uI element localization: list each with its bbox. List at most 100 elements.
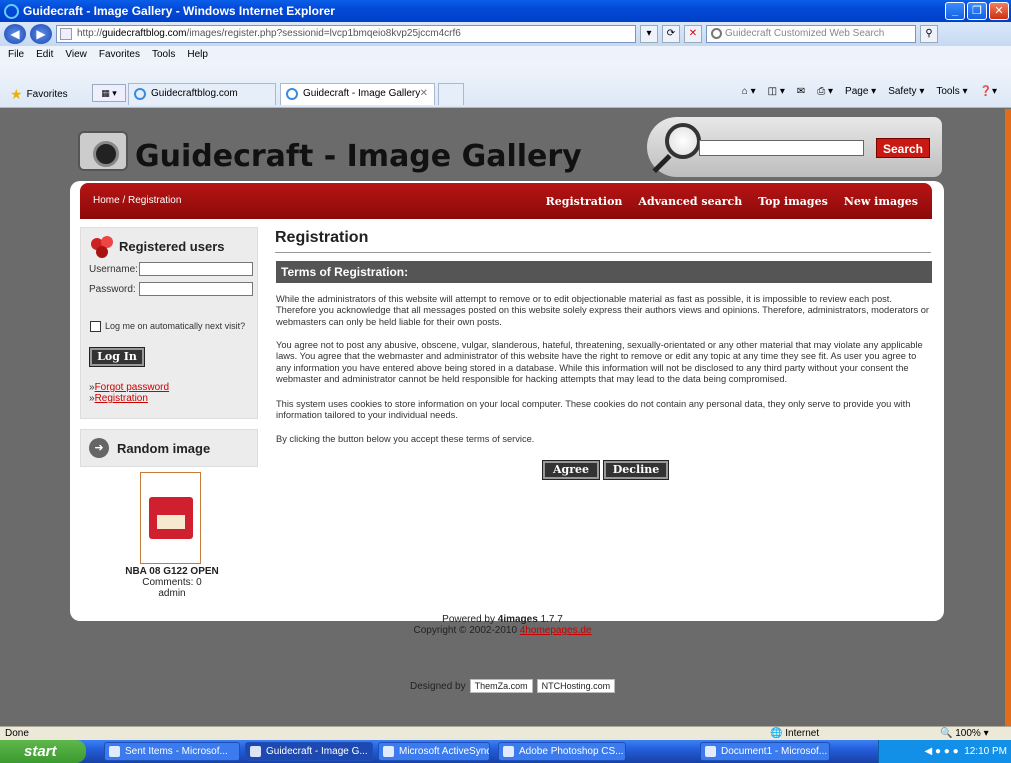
terms-paragraph: This system uses cookies to store inform… <box>276 399 911 421</box>
themza-badge[interactable]: ThemZa.com <box>469 679 533 693</box>
tab-label: Guidecraft - Image Gallery <box>303 88 421 99</box>
login-button[interactable]: Log In <box>89 347 145 367</box>
tab-image-gallery[interactable]: Guidecraft - Image Gallery ✕ <box>280 83 435 105</box>
internet-zone: 🌐 Internet <box>770 728 820 739</box>
print-icon[interactable]: ⎙ ▾ <box>817 86 833 97</box>
nav-registration[interactable]: Registration <box>546 195 623 208</box>
maximize-button[interactable]: ❐ <box>967 2 987 20</box>
forgot-password-link[interactable]: Forgot password <box>95 382 169 393</box>
terms-paragraph: While the administrators of this website… <box>276 294 930 327</box>
register-link[interactable]: Registration <box>95 393 148 404</box>
taskbar-item-label: Adobe Photoshop CS... <box>519 746 624 757</box>
nav-advanced-search[interactable]: Advanced search <box>638 195 742 208</box>
terms-paragraph: By clicking the button below you accept … <box>276 434 535 444</box>
window-title: Guidecraft - Image Gallery - Windows Int… <box>23 4 335 18</box>
taskbar-item-outlook[interactable]: Sent Items - Microsof... <box>104 742 240 761</box>
page-footer: Powered by 4images 1.7.7 Copyright © 200… <box>300 614 705 636</box>
window-controls: _ ❐ ✕ <box>945 2 1009 20</box>
forgot-password-row: »Forgot password <box>89 382 169 393</box>
nav-links: Registration Advanced search Top images … <box>546 195 918 208</box>
taskbar-item-ie[interactable]: Guidecraft - Image G... <box>245 742 373 761</box>
zoom-control[interactable]: 🔍 100% ▾ <box>940 727 989 740</box>
taskbar-item-label: Microsoft ActiveSync <box>399 746 490 757</box>
camera-logo-icon <box>78 131 128 171</box>
address-toolbar: ◀ ▶ http://guidecraftblog.com/images/reg… <box>0 22 1011 46</box>
copyright-link[interactable]: 4homepages.de <box>520 625 592 636</box>
magnifier-icon <box>665 123 701 159</box>
minimize-button[interactable]: _ <box>945 2 965 20</box>
close-tab-icon[interactable]: ✕ <box>420 84 428 104</box>
random-image-comments: Comments: 0 <box>142 577 202 588</box>
menu-help[interactable]: Help <box>187 49 208 60</box>
home-icon[interactable]: ⌂ ▾ <box>742 86 756 97</box>
menu-view[interactable]: View <box>65 49 87 60</box>
close-window-button[interactable]: ✕ <box>989 2 1009 20</box>
mail-icon[interactable]: ✉ <box>797 86 805 97</box>
outlook-icon <box>109 746 120 757</box>
random-image-name[interactable]: NBA 08 G122 OPEN <box>110 566 234 577</box>
taskbar-item-label: Document1 - Microsof... <box>721 746 828 757</box>
decline-button[interactable]: Decline <box>603 460 669 480</box>
back-button[interactable]: ◀ <box>4 24 26 44</box>
product-photo <box>149 497 193 539</box>
agree-button[interactable]: Agree <box>542 460 600 480</box>
terms-heading: Terms of Registration: <box>276 261 932 283</box>
page-viewport: Guidecraft - Image Gallery Search Home /… <box>0 109 1005 726</box>
favorites-button[interactable]: ★ Favorites <box>10 86 68 103</box>
feeds-icon[interactable]: ◫ ▾ <box>768 86 785 97</box>
username-label: Username: <box>89 264 138 275</box>
breadcrumb-home-link[interactable]: Home <box>93 195 120 206</box>
tab-guidecraftblog[interactable]: Guidecraftblog.com <box>128 83 276 105</box>
tray-icons[interactable]: ◀ ● ● ● <box>924 746 961 757</box>
copyright-line: Copyright © 2002-2010 4homepages.de <box>300 625 705 636</box>
taskbar-item-activesync[interactable]: Microsoft ActiveSync <box>378 742 490 761</box>
page-icon <box>60 28 72 40</box>
menu-tools[interactable]: Tools <box>152 49 175 60</box>
help-icon[interactable]: ❓▾ <box>980 86 997 97</box>
address-field[interactable]: http://guidecraftblog.com/images/registe… <box>56 25 636 43</box>
remember-me-checkbox[interactable] <box>90 321 101 332</box>
site-search-input[interactable] <box>699 140 864 156</box>
zoom-level: 100% <box>955 728 981 739</box>
username-field[interactable] <box>139 262 253 276</box>
new-tab-button[interactable] <box>438 83 464 105</box>
terms-paragraph: You agree not to post any abusive, obsce… <box>276 340 923 385</box>
tools-menu[interactable]: Tools ▾ <box>936 86 967 97</box>
ntchosting-badge[interactable]: NTCHosting.com <box>536 679 616 693</box>
site-title: Guidecraft - Image Gallery <box>135 139 582 174</box>
nav-top-images[interactable]: Top images <box>758 195 828 208</box>
users-icon <box>89 234 117 258</box>
menu-bar: File Edit View Favorites Tools Help <box>0 46 1011 62</box>
quick-tabs-button[interactable]: ▦ ▾ <box>92 84 126 102</box>
url-prefix: http:// <box>77 28 103 39</box>
page-menu[interactable]: Page ▾ <box>845 86 876 97</box>
vertical-scrollbar[interactable] <box>1005 109 1011 726</box>
forward-button[interactable]: ▶ <box>30 24 52 44</box>
command-bar: ⌂ ▾ ◫ ▾ ✉ ⎙ ▾ Page ▾ Safety ▾ Tools ▾ ❓▾ <box>742 86 997 97</box>
ie-page-icon <box>134 88 146 100</box>
stop-icon[interactable]: ✕ <box>684 25 702 43</box>
random-image-thumbnail[interactable] <box>140 472 201 564</box>
menu-file[interactable]: File <box>8 49 24 60</box>
menu-favorites[interactable]: Favorites <box>99 49 140 60</box>
breadcrumb: Home / Registration <box>93 195 181 206</box>
password-label: Password: <box>89 284 136 295</box>
ie-icon <box>250 746 261 757</box>
start-button[interactable]: start <box>0 740 86 763</box>
password-field[interactable] <box>139 282 253 296</box>
refresh-icon[interactable]: ⟳ <box>662 25 680 43</box>
taskbar-item-photoshop[interactable]: Adobe Photoshop CS... <box>498 742 626 761</box>
site-search-button[interactable]: Search <box>876 138 930 158</box>
menu-edit[interactable]: Edit <box>36 49 53 60</box>
taskbar-item-word[interactable]: Document1 - Microsof... <box>700 742 830 761</box>
safety-menu[interactable]: Safety ▾ <box>888 86 924 97</box>
browser-search-input[interactable]: Guidecraft Customized Web Search <box>706 25 916 43</box>
search-go-button[interactable]: ⚲ <box>920 25 938 43</box>
designed-by: Designed by ThemZa.com NTCHosting.com <box>410 679 616 693</box>
register-row: »Registration <box>89 393 148 404</box>
taskbar: start Sent Items - Microsof... Guidecraf… <box>0 740 1011 763</box>
nav-new-images[interactable]: New images <box>844 195 918 208</box>
arrow-right-icon: ➜ <box>89 438 109 458</box>
photoshop-icon <box>503 746 514 757</box>
compatibility-view-button[interactable]: ▾ <box>640 25 658 43</box>
